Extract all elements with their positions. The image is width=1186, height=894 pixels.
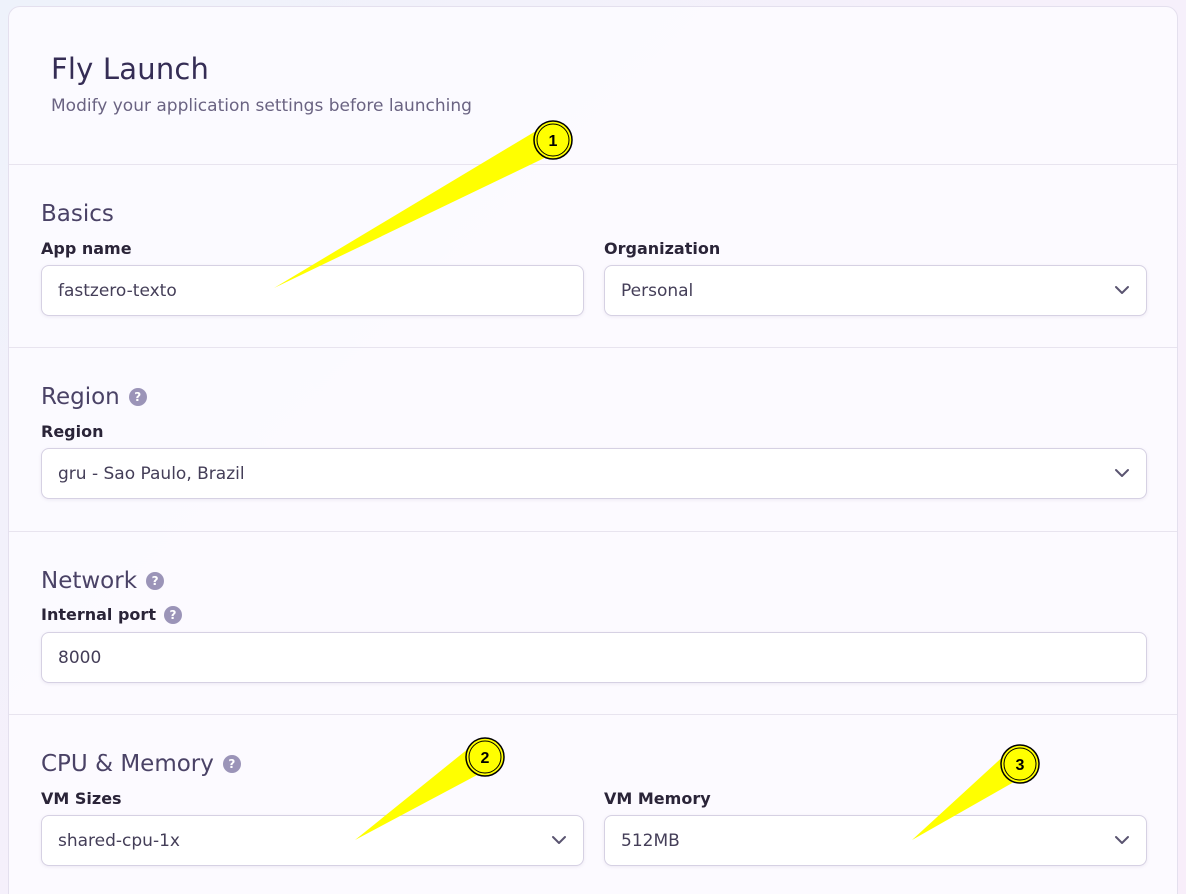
vm-memory-select[interactable]: 512MB <box>604 815 1147 866</box>
vm-memory-label: VM Memory <box>604 789 711 808</box>
chevron-down-icon <box>1115 835 1129 844</box>
internal-port-label: Internal port ? <box>41 605 182 624</box>
chevron-down-icon <box>552 835 566 844</box>
card-header: Fly Launch Modify your application setti… <box>9 7 1177 164</box>
divider <box>9 164 1177 165</box>
page-subtitle: Modify your application settings before … <box>51 96 472 116</box>
section-title-region: Region ? <box>41 384 147 410</box>
section-title-region-label: Region <box>41 384 120 410</box>
chevron-down-icon <box>1115 285 1129 294</box>
network-help-icon[interactable]: ? <box>146 572 165 590</box>
internal-port-value: 8000 <box>58 647 102 668</box>
vm-sizes-select[interactable]: shared-cpu-1x <box>41 815 584 866</box>
vm-sizes-value: shared-cpu-1x <box>58 830 180 851</box>
divider <box>9 714 1177 715</box>
divider <box>9 347 1177 348</box>
page-title: Fly Launch <box>51 52 210 86</box>
launch-settings-card: Fly Launch Modify your application setti… <box>8 6 1178 894</box>
divider <box>9 531 1177 532</box>
organization-select[interactable]: Personal <box>604 265 1147 316</box>
region-label: Region <box>41 422 104 441</box>
app-name-label: App name <box>41 239 132 258</box>
region-value: gru - Sao Paulo, Brazil <box>58 463 245 484</box>
internal-port-help-icon[interactable]: ? <box>163 605 182 624</box>
internal-port-label-text: Internal port <box>41 605 156 624</box>
vm-memory-value: 512MB <box>621 830 680 851</box>
section-title-cpu-memory-label: CPU & Memory <box>41 751 214 777</box>
organization-label: Organization <box>604 239 721 258</box>
cpu-memory-help-icon[interactable]: ? <box>222 755 241 773</box>
section-title-cpu-memory: CPU & Memory ? <box>41 751 241 777</box>
section-title-basics-label: Basics <box>41 201 114 227</box>
section-title-basics: Basics <box>41 201 114 227</box>
app-name-input[interactable]: fastzero-texto <box>41 265 584 316</box>
section-title-network: Network ? <box>41 568 165 594</box>
chevron-down-icon <box>1115 468 1129 477</box>
region-select[interactable]: gru - Sao Paulo, Brazil <box>41 448 1147 499</box>
organization-value: Personal <box>621 280 694 301</box>
section-title-network-label: Network <box>41 568 138 594</box>
internal-port-input[interactable]: 8000 <box>41 632 1147 683</box>
app-name-value: fastzero-texto <box>58 280 177 301</box>
region-help-icon[interactable]: ? <box>128 388 147 406</box>
vm-sizes-label: VM Sizes <box>41 789 122 808</box>
